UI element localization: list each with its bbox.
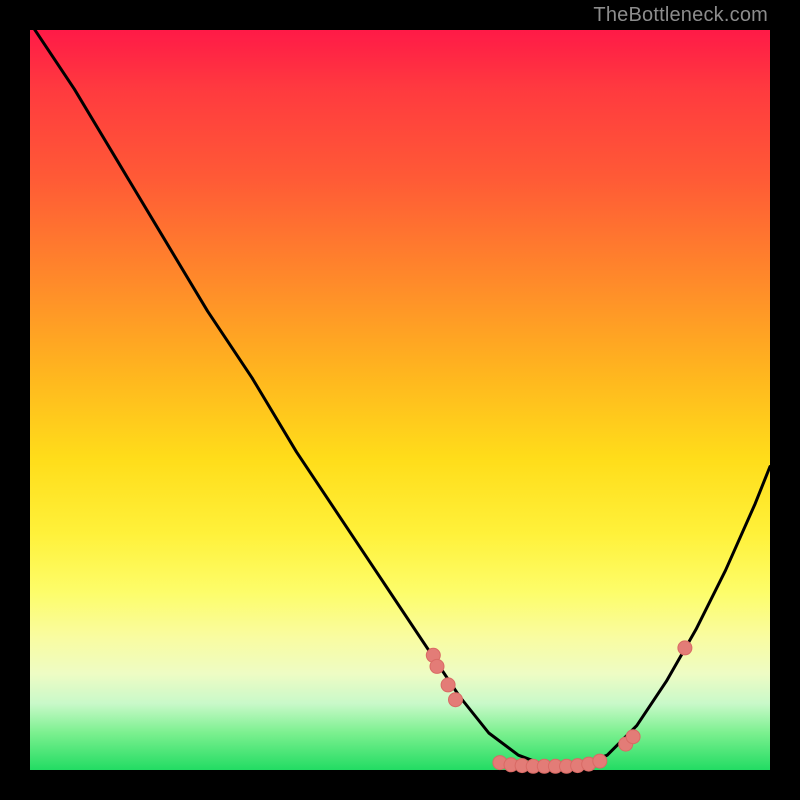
data-point <box>441 678 455 692</box>
data-point <box>626 730 640 744</box>
chart-stage: TheBottleneck.com <box>0 0 800 800</box>
data-point <box>593 754 607 768</box>
curve-svg <box>30 30 770 770</box>
watermark-text: TheBottleneck.com <box>593 4 768 27</box>
bottleneck-curve <box>30 23 770 767</box>
curve-layer <box>30 23 770 767</box>
marker-layer <box>426 641 692 773</box>
data-point <box>678 641 692 655</box>
data-point <box>449 693 463 707</box>
plot-area <box>30 30 770 770</box>
data-point <box>430 659 444 673</box>
